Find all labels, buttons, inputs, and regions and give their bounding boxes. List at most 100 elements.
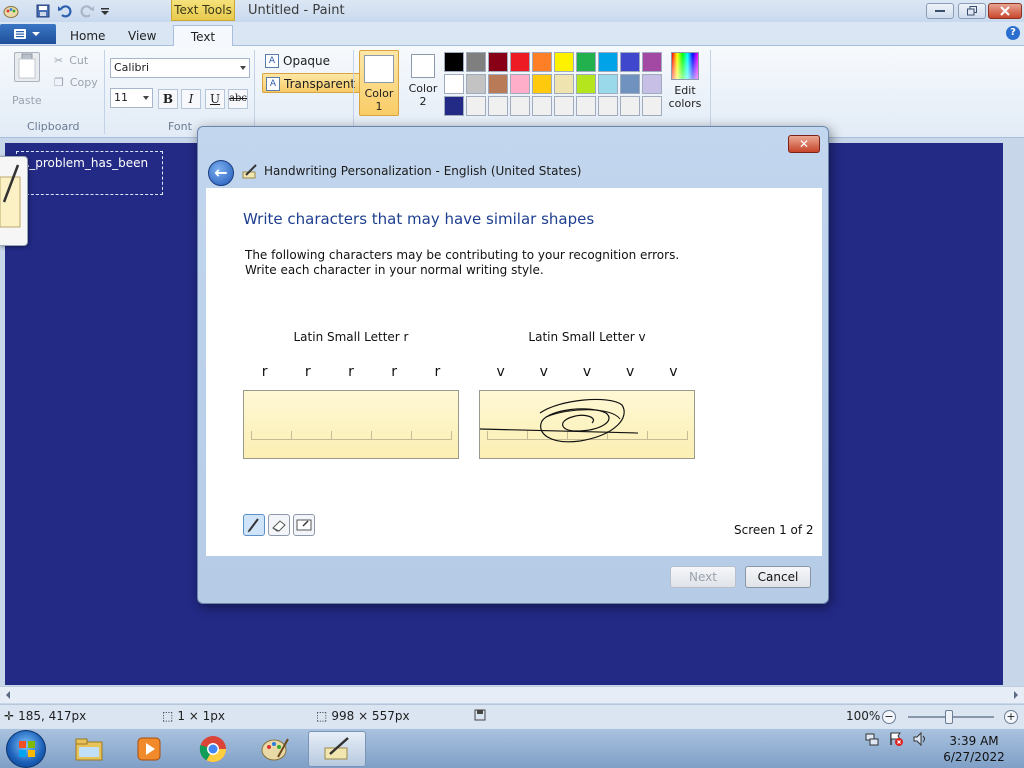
opaque-option[interactable]: A Opaque [262, 51, 336, 71]
edit-colors-button[interactable]: Edit colors [668, 52, 702, 110]
taskbar-paint[interactable] [246, 731, 304, 767]
palette-swatch[interactable] [510, 96, 530, 116]
palette-swatch[interactable] [488, 52, 508, 72]
help-icon[interactable]: ? [1006, 26, 1020, 40]
palette-swatch[interactable] [620, 74, 640, 94]
palette-swatch[interactable] [466, 74, 486, 94]
taskbar-handwriting[interactable] [308, 731, 366, 767]
palette-swatch[interactable] [466, 96, 486, 116]
pen-tool-button[interactable] [243, 514, 265, 536]
restore-button[interactable] [958, 3, 986, 19]
zoom-level: 100% [846, 709, 881, 723]
palette-swatch[interactable] [642, 52, 662, 72]
action-center-icon[interactable] [888, 731, 904, 747]
color2-button[interactable]: Color 2 [403, 50, 443, 116]
edit-colors-label-2: colors [668, 97, 702, 110]
palette-swatch[interactable] [444, 74, 464, 94]
sample-char: v [496, 364, 505, 380]
clear-tool-button[interactable] [293, 514, 315, 536]
next-button[interactable]: Next [670, 566, 736, 588]
text-box-line-2: _ [21, 170, 158, 184]
palette-swatch[interactable] [554, 74, 574, 94]
palette-swatch[interactable] [598, 96, 618, 116]
zoom-out-button[interactable]: − [882, 710, 896, 724]
back-arrow-icon[interactable]: ← [208, 160, 234, 186]
palette-swatch[interactable] [510, 74, 530, 94]
palette-swatch[interactable] [444, 52, 464, 72]
paint-menu-button[interactable] [0, 24, 56, 44]
palette-swatch[interactable] [532, 74, 552, 94]
writing-box-v[interactable] [479, 390, 695, 459]
palette-swatch[interactable] [620, 96, 640, 116]
palette-swatch[interactable] [598, 52, 618, 72]
bold-button[interactable]: B [158, 89, 178, 109]
paste-button[interactable]: Paste [8, 52, 46, 108]
network-icon[interactable] [864, 731, 880, 747]
palette-swatch[interactable] [576, 52, 596, 72]
disk-icon [474, 709, 486, 721]
italic-button[interactable]: I [181, 89, 201, 109]
palette-swatch[interactable] [620, 52, 640, 72]
color1-swatch [364, 55, 394, 83]
save-icon[interactable] [34, 2, 52, 20]
copy-button[interactable]: ❐ Copy [54, 76, 98, 89]
paint-icon [261, 738, 289, 761]
taskbar-media-player[interactable] [120, 731, 178, 767]
handwriting-pen-icon [242, 164, 258, 180]
system-clock[interactable]: 3:39 AM 6/27/2022 [940, 733, 1008, 765]
close-window-button[interactable] [988, 3, 1022, 19]
underline-button[interactable]: U [205, 89, 225, 109]
taskbar-explorer[interactable] [60, 731, 118, 767]
palette-swatch[interactable] [642, 96, 662, 116]
clipboard-icon [14, 52, 40, 82]
clipboard-group-label: Clipboard [27, 120, 80, 133]
palette-swatch[interactable] [554, 52, 574, 72]
taskbar-chrome[interactable] [184, 731, 242, 767]
tab-text[interactable]: Text [173, 25, 233, 48]
dialog-close-button[interactable]: ✕ [788, 135, 820, 153]
horizontal-scrollbar[interactable] [0, 686, 1024, 703]
transparent-option[interactable]: A Transparent [262, 73, 363, 93]
palette-swatch[interactable] [510, 52, 530, 72]
undo-icon[interactable] [56, 2, 74, 20]
ink-scribble [480, 398, 639, 443]
minimize-button[interactable] [926, 3, 954, 19]
baseline-tick [331, 431, 332, 440]
customize-dropdown-icon[interactable] [96, 2, 114, 20]
color1-button[interactable]: Color 1 [359, 50, 399, 116]
eraser-tool-button[interactable] [268, 514, 290, 536]
paint-app-icon[interactable] [2, 2, 20, 20]
palette-swatch[interactable] [642, 74, 662, 94]
sample-char: r [304, 364, 311, 380]
tab-home[interactable]: Home [60, 25, 115, 47]
font-size-select[interactable]: 11 [110, 88, 153, 108]
strikethrough-button[interactable]: abc [228, 89, 248, 109]
palette-swatch[interactable] [576, 74, 596, 94]
zoom-slider-thumb[interactable] [945, 710, 953, 724]
palette-swatch[interactable] [488, 96, 508, 116]
redo-icon[interactable] [78, 2, 96, 20]
writing-box-r[interactable] [243, 390, 459, 459]
color1-number: 1 [375, 100, 383, 113]
volume-icon[interactable] [912, 731, 928, 747]
tablet-input-panel-tab[interactable] [0, 156, 28, 246]
palette-swatch[interactable] [598, 74, 618, 94]
group-separator [353, 50, 354, 134]
palette-swatch[interactable] [466, 52, 486, 72]
palette-swatch[interactable] [554, 96, 574, 116]
zoom-in-button[interactable]: + [1004, 710, 1018, 724]
sample-char: v [626, 364, 635, 380]
cut-button[interactable]: ✂ Cut [54, 54, 88, 67]
palette-swatch[interactable] [532, 52, 552, 72]
palette-swatch[interactable] [532, 96, 552, 116]
text-box[interactable]: A_problem_has_been _ [16, 151, 163, 195]
palette-swatch[interactable] [488, 74, 508, 94]
font-family-select[interactable]: Calibri [110, 58, 250, 78]
cancel-button[interactable]: Cancel [745, 566, 811, 588]
dialog-heading: Write characters that may have similar s… [243, 210, 595, 228]
group-caption-r: Latin Small Letter r [293, 330, 409, 344]
start-button[interactable] [6, 730, 46, 768]
palette-swatch[interactable] [444, 96, 464, 116]
tab-view[interactable]: View [118, 25, 166, 47]
palette-swatch[interactable] [576, 96, 596, 116]
